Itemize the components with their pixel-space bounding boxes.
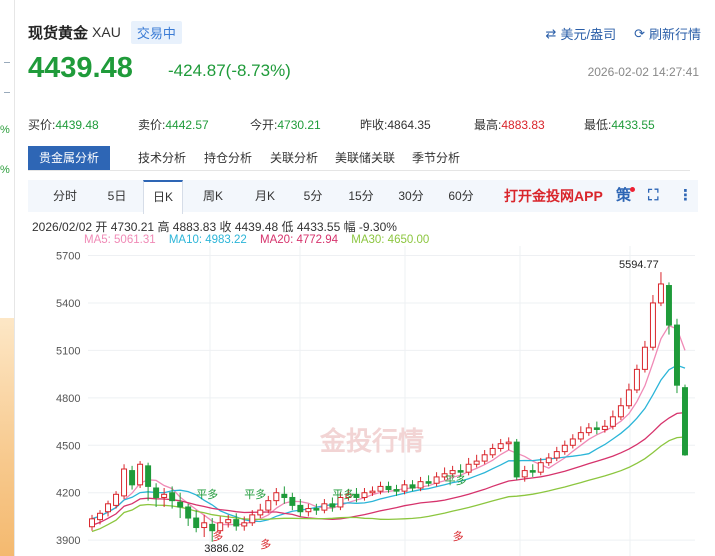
- y-tick-label: 5400: [56, 298, 80, 310]
- signal-marker: 平多: [244, 487, 266, 501]
- candle-body: [545, 457, 552, 464]
- y-tick-label: 5700: [56, 250, 80, 262]
- candle-body: [129, 470, 136, 486]
- signal-marker: 平多: [196, 487, 218, 501]
- y-tick-label: 4800: [56, 393, 80, 405]
- candle-body: [641, 346, 648, 370]
- signal-marker: 多: [453, 529, 464, 543]
- candle-body: [481, 454, 488, 462]
- candle-body: [673, 324, 680, 386]
- candle-body: [601, 425, 608, 430]
- candle-body: [281, 493, 288, 498]
- candle-body: [97, 512, 104, 521]
- candle-body: [569, 438, 576, 446]
- candle-body: [617, 405, 624, 418]
- candle-body: [625, 389, 632, 407]
- candle-body: [321, 503, 328, 511]
- y-tick-label: 3900: [56, 535, 80, 547]
- candle-body: [385, 485, 392, 491]
- candle-body: [369, 490, 376, 494]
- candle-body: [417, 481, 424, 489]
- candle-body: [529, 470, 536, 473]
- candle-body: [201, 522, 208, 529]
- candle-body: [577, 432, 584, 440]
- candle-body: [633, 368, 640, 391]
- candle-body: [89, 518, 95, 528]
- min-price-label: 3886.02: [204, 543, 244, 555]
- signal-marker: 多: [260, 537, 271, 551]
- y-tick-label: 5100: [56, 345, 80, 357]
- candle-body: [161, 493, 168, 498]
- candle-body: [329, 503, 336, 508]
- candle-body: [497, 443, 504, 449]
- y-tick-label: 4200: [56, 488, 80, 500]
- candle-body: [153, 487, 160, 498]
- candle-body: [682, 387, 688, 456]
- candle-body: [225, 519, 232, 524]
- candle-body: [121, 468, 128, 497]
- candle-body: [521, 470, 528, 478]
- candle-body: [649, 302, 656, 348]
- ma5-line: [91, 324, 686, 526]
- candle-body: [561, 444, 568, 453]
- max-price-label: 5594.77: [619, 259, 659, 271]
- candle-body: [297, 504, 304, 513]
- candle-body: [505, 441, 512, 445]
- signal-marker: 平多: [445, 473, 467, 487]
- candle-body: [433, 476, 440, 484]
- candle-body: [249, 514, 256, 524]
- candle-body: [465, 463, 472, 473]
- candle-body: [665, 285, 672, 326]
- candle-body: [289, 496, 296, 506]
- candle-body: [265, 500, 272, 511]
- candle-body: [305, 508, 312, 513]
- candle-body: [409, 484, 416, 489]
- candle-body: [657, 283, 664, 304]
- candle-body: [361, 492, 368, 498]
- candle-body: [233, 519, 240, 527]
- candle-body: [473, 460, 480, 465]
- candle-body: [185, 506, 192, 519]
- candle-body: [257, 509, 264, 516]
- kline-chart[interactable]: 5700 5400 5100 4800 4500 4200 3900 金投行情 5594.77 3…: [0, 0, 715, 556]
- candle-body: [241, 522, 248, 527]
- candle-body: [313, 508, 320, 511]
- candle-body: [177, 501, 184, 508]
- candle-body: [553, 451, 560, 459]
- candle-body: [401, 484, 408, 492]
- candle-body: [353, 493, 360, 498]
- signal-marker: 平多: [332, 487, 354, 501]
- candle-body: [393, 489, 400, 492]
- candle-body: [273, 492, 280, 502]
- watermark-text: 金投行情: [319, 426, 424, 457]
- y-tick-label: 4500: [56, 440, 80, 452]
- candle-body: [193, 517, 200, 529]
- candle-body: [137, 463, 144, 486]
- signal-marker: 多: [212, 529, 223, 543]
- candle-body: [513, 441, 520, 478]
- candle-body: [377, 485, 384, 492]
- candle-body: [585, 427, 592, 434]
- candle-body: [593, 427, 600, 430]
- candle-body: [105, 503, 112, 513]
- candle-body: [169, 492, 176, 502]
- candle-body: [145, 465, 152, 487]
- candle-body: [489, 447, 496, 456]
- candle-body: [425, 481, 432, 484]
- candle-body: [537, 462, 544, 473]
- candle-body: [609, 416, 616, 427]
- candle-body: [457, 470, 464, 473]
- candle-body: [113, 493, 120, 506]
